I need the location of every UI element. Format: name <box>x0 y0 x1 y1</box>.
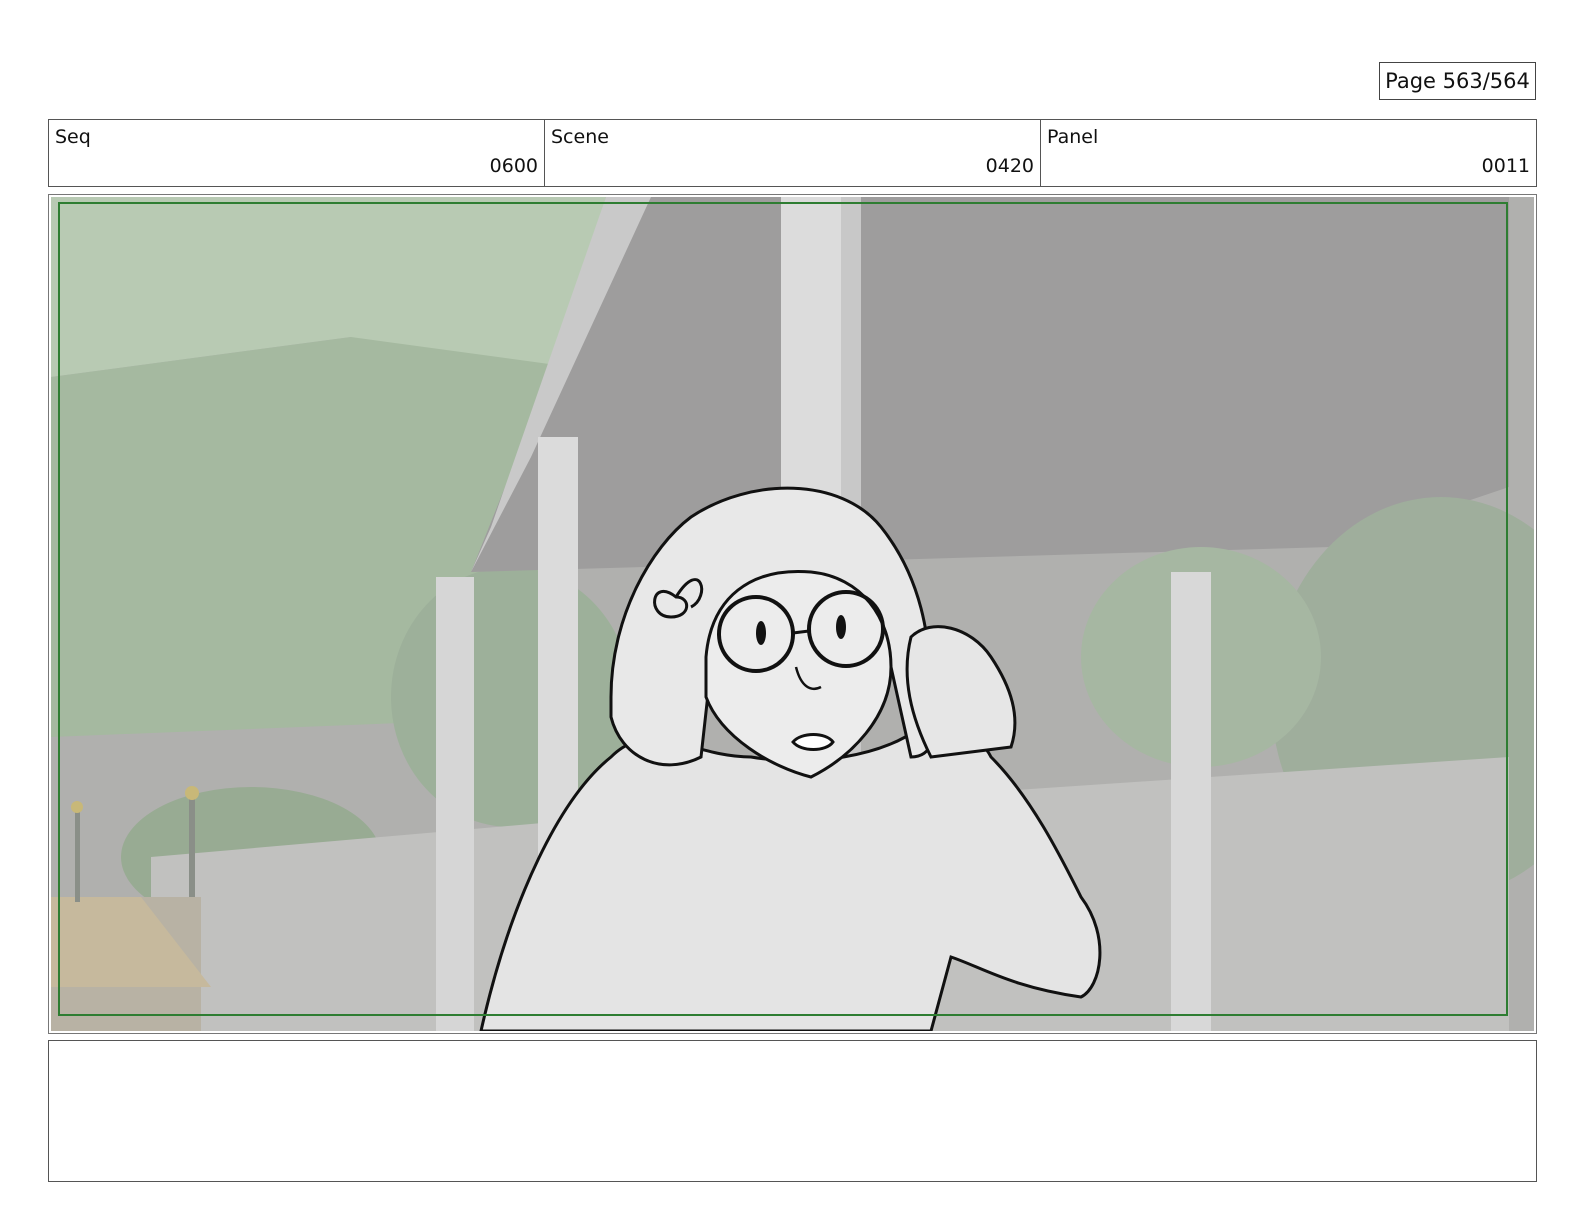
scene-label: Scene <box>551 126 609 148</box>
lamp-light <box>185 786 199 800</box>
scene-value: 0420 <box>985 155 1034 177</box>
seq-value: 0600 <box>489 155 538 177</box>
eye-left <box>756 621 766 645</box>
pillar-4 <box>1171 572 1211 1031</box>
panel-header: Seq 0600 Scene 0420 Panel 0011 <box>48 119 1537 187</box>
lamp-light-2 <box>71 801 83 813</box>
scene-cell: Scene 0420 <box>545 120 1041 186</box>
canopy-roof <box>471 197 1509 572</box>
glasses-bridge <box>792 629 810 635</box>
mouth <box>791 733 835 751</box>
lamp-post-2 <box>75 812 80 902</box>
notes-box <box>48 1040 1537 1182</box>
panel-cell: Panel 0011 <box>1041 120 1536 186</box>
seq-cell: Seq 0600 <box>49 120 545 186</box>
storyboard-frame <box>48 194 1537 1034</box>
pillar-1 <box>436 577 474 1031</box>
seq-label: Seq <box>55 126 91 148</box>
panel-label: Panel <box>1047 126 1099 148</box>
panel-value: 0011 <box>1481 155 1530 177</box>
lamp-post <box>189 797 195 897</box>
storyboard-sketch <box>51 197 1534 1031</box>
page-number: Page 563/564 <box>1379 62 1536 100</box>
eye-right <box>836 615 846 639</box>
